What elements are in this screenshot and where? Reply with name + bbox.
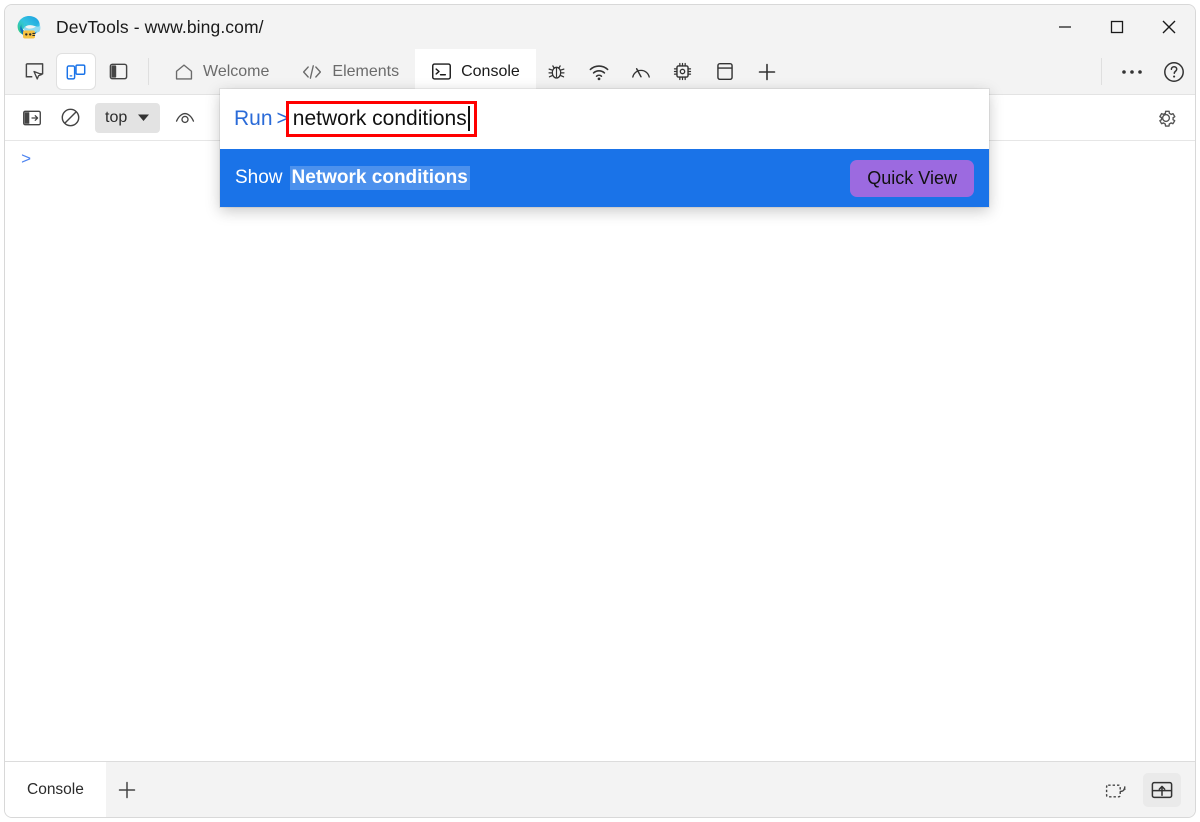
command-input-wrapper[interactable]: network conditions: [285, 101, 477, 137]
tab-console[interactable]: Console: [415, 49, 536, 94]
minimize-button[interactable]: [1039, 5, 1091, 49]
drawer-right-controls: [1095, 762, 1195, 817]
run-label: Run: [234, 107, 273, 130]
window-controls: [1039, 5, 1195, 49]
javascript-context-selector[interactable]: top: [95, 102, 161, 133]
title-bar: DevTools - www.bing.com/: [5, 5, 1195, 49]
drawer: Console: [5, 761, 1195, 817]
drawer-tab-console-label: Console: [27, 780, 84, 798]
chevron-down-icon: [137, 109, 150, 127]
tab-performance[interactable]: [622, 54, 660, 89]
tab-elements[interactable]: Elements: [285, 49, 415, 94]
restore-drawer-button[interactable]: [1095, 779, 1137, 801]
command-palette-result-row[interactable]: Show Network conditions Quick View: [220, 149, 989, 207]
dock-drawer-button[interactable]: [1143, 772, 1181, 807]
dock-side-button[interactable]: [99, 54, 137, 89]
window-title: DevTools - www.bing.com/: [56, 16, 264, 37]
tab-console-label: Console: [461, 62, 520, 80]
annotation-highlight-box: network conditions: [285, 101, 477, 137]
device-emulation-button[interactable]: [57, 54, 95, 89]
tab-application[interactable]: [706, 54, 744, 89]
clear-console-button[interactable]: [53, 103, 87, 133]
console-terminal-icon: [431, 62, 452, 81]
result-prefix: Show: [235, 167, 283, 188]
console-output-area[interactable]: >: [5, 141, 1195, 761]
more-tabs-button[interactable]: [748, 54, 786, 89]
tab-welcome[interactable]: Welcome: [158, 49, 285, 94]
tab-network[interactable]: [580, 54, 618, 89]
tab-welcome-label: Welcome: [203, 62, 270, 80]
tab-sources[interactable]: [538, 54, 576, 89]
console-prompt-symbol: >: [21, 151, 32, 170]
result-match-text: Network conditions: [289, 166, 470, 190]
live-expression-button[interactable]: [168, 103, 202, 133]
context-value: top: [105, 108, 128, 126]
edge-devtools-logo-icon: [16, 14, 42, 40]
command-input[interactable]: network conditions: [293, 107, 467, 131]
drawer-add-tab-button[interactable]: [106, 762, 148, 817]
command-palette[interactable]: Run > network conditions Show Network co…: [220, 89, 989, 207]
close-button[interactable]: [1143, 5, 1195, 49]
tab-elements-label: Elements: [332, 62, 400, 80]
maximize-button[interactable]: [1091, 5, 1143, 49]
help-button[interactable]: [1155, 54, 1193, 89]
tab-memory[interactable]: [664, 54, 702, 89]
code-brackets-icon: [301, 62, 323, 82]
console-sidebar-toggle[interactable]: [15, 103, 49, 133]
console-toolbar-right: [1139, 103, 1195, 133]
console-settings-button[interactable]: [1149, 103, 1183, 133]
toolbar-divider: [148, 58, 149, 85]
command-palette-input-row[interactable]: Run > network conditions: [220, 89, 989, 149]
tab-strip-right-controls: [1092, 49, 1195, 94]
customize-devtools-button[interactable]: [1113, 54, 1151, 89]
quick-view-badge[interactable]: Quick View: [850, 159, 974, 197]
home-icon: [174, 62, 194, 82]
right-divider: [1101, 58, 1102, 85]
inspect-element-button[interactable]: [15, 54, 53, 89]
text-caret: [467, 106, 470, 131]
devtools-window: DevTools - www.bing.com/ Welcome Element…: [4, 4, 1196, 818]
drawer-tab-console[interactable]: Console: [5, 762, 106, 817]
